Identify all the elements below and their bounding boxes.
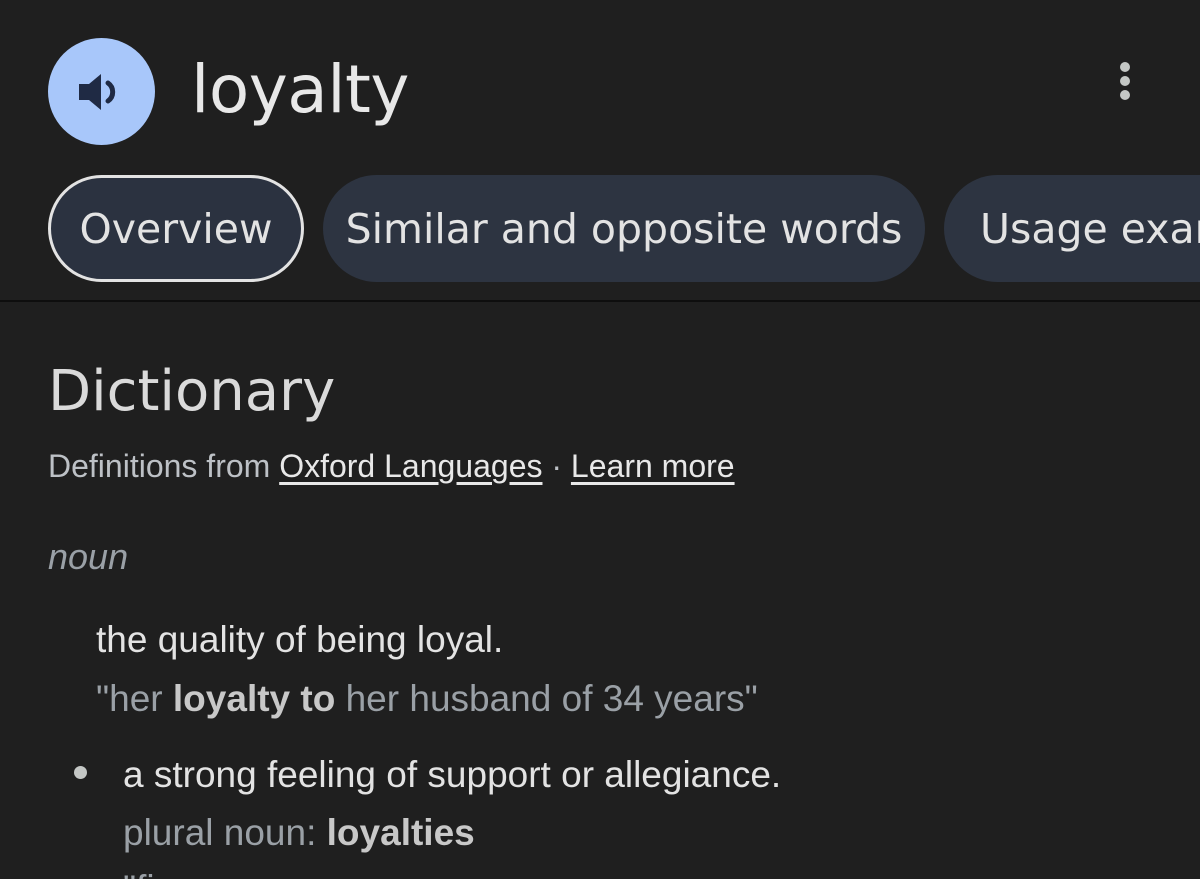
part-of-speech: noun <box>48 536 129 577</box>
plural-form: plural noun: loyalties <box>123 810 475 856</box>
speaker-icon <box>78 73 115 110</box>
example-2-partial: "fi <box>123 866 155 879</box>
tab-similar-opposite-words[interactable]: Similar and opposite words <box>323 175 925 282</box>
source-line: Definitions from Oxford Languages · Lear… <box>48 444 735 488</box>
more-vert-icon-dot <box>1120 76 1130 86</box>
more-vert-icon <box>1120 62 1130 72</box>
definition-1: the quality of being loyal. <box>96 619 504 660</box>
pronounce-button[interactable] <box>48 38 155 145</box>
example-1-open: "her <box>96 678 163 719</box>
word-header: loyalty Overview Similar and opposite wo… <box>0 0 1200 300</box>
plural-label: plural noun: <box>123 812 317 853</box>
definition-2: a strong feeling of support or allegianc… <box>123 754 782 795</box>
plural-value: loyalties <box>326 812 475 853</box>
tab-usage-examples[interactable]: Usage exan <box>944 175 1200 282</box>
oxford-languages-link[interactable]: Oxford Languages <box>279 448 542 484</box>
more-options-button[interactable] <box>1105 58 1145 104</box>
example-1-bold: loyalty to <box>172 678 336 719</box>
more-vert-icon-dot <box>1120 90 1130 100</box>
separator: · <box>551 448 563 484</box>
bullet-icon <box>74 766 87 779</box>
tab-bar: Overview Similar and opposite words Usag… <box>48 175 1200 282</box>
section-title: Dictionary <box>48 359 336 424</box>
learn-more-link[interactable]: Learn more <box>571 448 735 484</box>
dictionary-page: loyalty Overview Similar and opposite wo… <box>0 0 1200 879</box>
header-divider <box>0 300 1200 302</box>
source-prefix: Definitions from <box>48 448 271 484</box>
example-1: "her loyalty to her husband of 34 years" <box>96 676 758 722</box>
example-1-rest: her husband of 34 years" <box>345 678 758 719</box>
word-title: loyalty <box>191 51 410 128</box>
tab-overview[interactable]: Overview <box>48 175 304 282</box>
